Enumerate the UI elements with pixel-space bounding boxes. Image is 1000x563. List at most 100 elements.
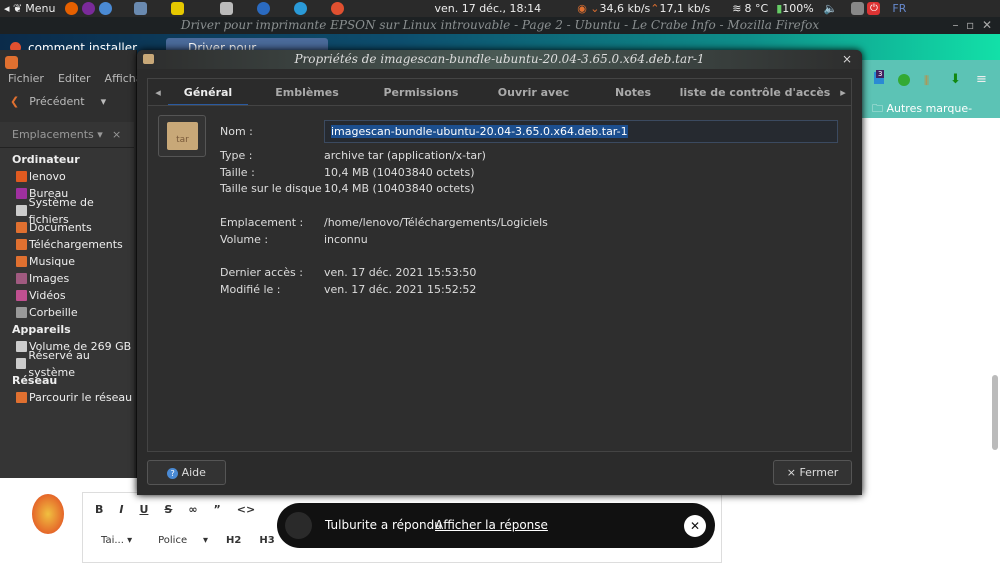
location-value: /home/lenovo/Téléchargements/Logiciels	[324, 216, 548, 229]
h2-button[interactable]: H2	[226, 535, 241, 546]
tab-emblems[interactable]: Emblèmes	[248, 79, 366, 106]
firefox-titlebar: Driver pour imprimante EPSON sur Linux i…	[0, 17, 1000, 34]
tab-permissions[interactable]: Permissions	[366, 79, 476, 106]
file-manager-window: Fichier Editer Affichage ❮ Précédent ▾ Emp…	[0, 50, 156, 478]
sidebar-item-reserved[interactable]: Réservé au système	[0, 349, 134, 379]
back-arrow-icon: ❮	[10, 95, 20, 108]
videos-icon	[16, 290, 27, 301]
help-button[interactable]: ? Aide	[147, 460, 226, 485]
close-icon[interactable]: ✕	[684, 515, 706, 537]
window-controls[interactable]: – ▫ ✕	[953, 17, 992, 34]
link-button[interactable]: ∞	[188, 503, 197, 516]
sidebar-item-trash[interactable]: Corbeille	[0, 304, 134, 321]
close-icon: ×	[786, 466, 796, 479]
italic-button[interactable]: I	[119, 503, 123, 516]
tab-scroll-left-icon[interactable]: ◂	[148, 79, 168, 106]
chevron-down-icon[interactable]: ▾	[101, 95, 107, 108]
close-icon[interactable]: ×	[842, 50, 852, 69]
dialog-titlebar: Propriétés de imagescan-bundle-ubuntu-20…	[137, 50, 862, 69]
back-button[interactable]: ❮ Précédent ▾	[10, 95, 106, 108]
underline-button[interactable]: U	[139, 503, 148, 516]
sidebar-item-downloads[interactable]: Téléchargements	[0, 236, 134, 253]
disk-size-label: Taille sur le disque :	[220, 182, 329, 195]
scrollbar[interactable]	[992, 375, 998, 450]
network-icon[interactable]: ◉ ⌄	[577, 2, 599, 15]
mail-icon[interactable]	[257, 2, 271, 15]
modified-value: ven. 17 déc. 2021 15:52:52	[324, 283, 477, 296]
bold-button[interactable]: B	[95, 503, 103, 516]
menu-editer[interactable]: Editer	[58, 72, 91, 85]
notes-icon[interactable]	[171, 2, 185, 15]
firefox-toolbar: 3 ⫼ ⬇ ≡ 🗀 Autres marque-pages	[862, 60, 1000, 132]
sidebar-item-lenovo[interactable]: lenovo	[0, 168, 134, 185]
menu-button[interactable]: ◂ ❦ Menu	[4, 2, 55, 15]
download-icon[interactable]: ⬇	[950, 72, 961, 87]
general-panel: tar Nom : imagescan-bundle-ubuntu-20.04-…	[147, 105, 852, 452]
sidebar-header[interactable]: Emplacements ▾ ×	[0, 122, 134, 148]
tab-notes[interactable]: Notes	[591, 79, 675, 106]
tor-icon[interactable]	[82, 2, 96, 15]
tab-general[interactable]: Général	[168, 79, 248, 106]
tab-acl[interactable]: liste de contrôle d'accès	[675, 79, 835, 106]
keyboard-layout[interactable]: FR	[892, 2, 906, 15]
trash-icon[interactable]	[851, 2, 865, 15]
webpage-background	[862, 118, 1000, 490]
extension-b-icon[interactable]	[898, 74, 910, 86]
app-icon[interactable]	[331, 2, 345, 15]
battery-level[interactable]: 100%	[782, 2, 813, 15]
extension-badge: 3	[876, 70, 885, 78]
close-sidebar-icon[interactable]: ×	[112, 122, 121, 148]
toast-text: Tulburite a répondu	[325, 518, 442, 532]
volume-label: Volume :	[220, 233, 269, 246]
sidebar-group-ordinateur: Ordinateur	[12, 153, 80, 166]
volume-icon[interactable]: 🔈	[824, 2, 838, 15]
sidebar-item-network[interactable]: Parcourir le réseau	[0, 389, 134, 406]
camera-icon[interactable]	[220, 2, 234, 15]
disk-size-value: 10,4 MB (10403840 octets)	[324, 182, 475, 195]
user-avatar	[32, 494, 64, 534]
equalizer-icon[interactable]: ⫼	[924, 74, 929, 88]
sidebar-item-music[interactable]: Musique	[0, 253, 134, 270]
telegram-icon[interactable]	[294, 2, 308, 15]
close-button[interactable]: × Fermer	[773, 460, 852, 485]
hamburger-menu-icon[interactable]: ≡	[976, 72, 987, 87]
font-select[interactable]: Police ▾	[158, 535, 208, 546]
drive-icon	[16, 358, 27, 369]
tab-open-with[interactable]: Ouvrir avec	[476, 79, 591, 106]
images-icon	[16, 273, 27, 284]
drive-icon	[16, 205, 27, 216]
sidebar-item-videos[interactable]: Vidéos	[0, 287, 134, 304]
notification-toast: Tulburite a répondu Afficher la réponse …	[277, 503, 715, 548]
quote-button[interactable]: ”	[214, 503, 221, 516]
clock[interactable]: ven. 17 déc., 18:14	[434, 2, 541, 15]
tab-bar: ◂ Général Emblèmes Permissions Ouvrir av…	[147, 78, 852, 106]
firefox-icon[interactable]	[65, 2, 79, 15]
properties-dialog: Propriétés de imagescan-bundle-ubuntu-20…	[137, 50, 862, 495]
power-icon[interactable]: ⏻	[867, 2, 881, 15]
h3-button[interactable]: H3	[259, 535, 274, 546]
sidebar-item-filesystem[interactable]: Système de fichiers	[0, 196, 134, 226]
sidebar-item-images[interactable]: Images	[0, 270, 134, 287]
menu-bar: Fichier Editer Affichage	[8, 72, 156, 85]
modified-label: Modifié le :	[220, 283, 281, 296]
home-folder-icon	[16, 171, 27, 182]
folder-icon	[5, 56, 18, 69]
size-select[interactable]: Tai... ▾	[101, 535, 132, 546]
file-icon-button[interactable]: tar	[158, 115, 206, 157]
sidebar-group-appareils: Appareils	[12, 323, 71, 336]
menu-fichier[interactable]: Fichier	[8, 72, 44, 85]
temperature[interactable]: 8 °C	[745, 2, 769, 15]
tab-scroll-right-icon[interactable]: ▸	[835, 79, 851, 106]
name-input[interactable]: imagescan-bundle-ubuntu-20.04-3.65.0.x64…	[324, 120, 838, 143]
documents-icon	[16, 222, 27, 233]
up-arrow-icon: ⌃	[650, 2, 660, 15]
chromium-icon[interactable]	[99, 2, 113, 15]
type-value: archive tar (application/x-tar)	[324, 149, 486, 162]
type-label: Type :	[220, 149, 253, 162]
help-icon: ?	[167, 468, 179, 479]
show-reply-link[interactable]: Afficher la réponse	[435, 518, 548, 532]
screen-icon[interactable]	[134, 2, 148, 15]
code-button[interactable]: <>	[237, 503, 255, 516]
user-avatar	[285, 512, 312, 539]
strike-button[interactable]: S	[164, 503, 172, 516]
